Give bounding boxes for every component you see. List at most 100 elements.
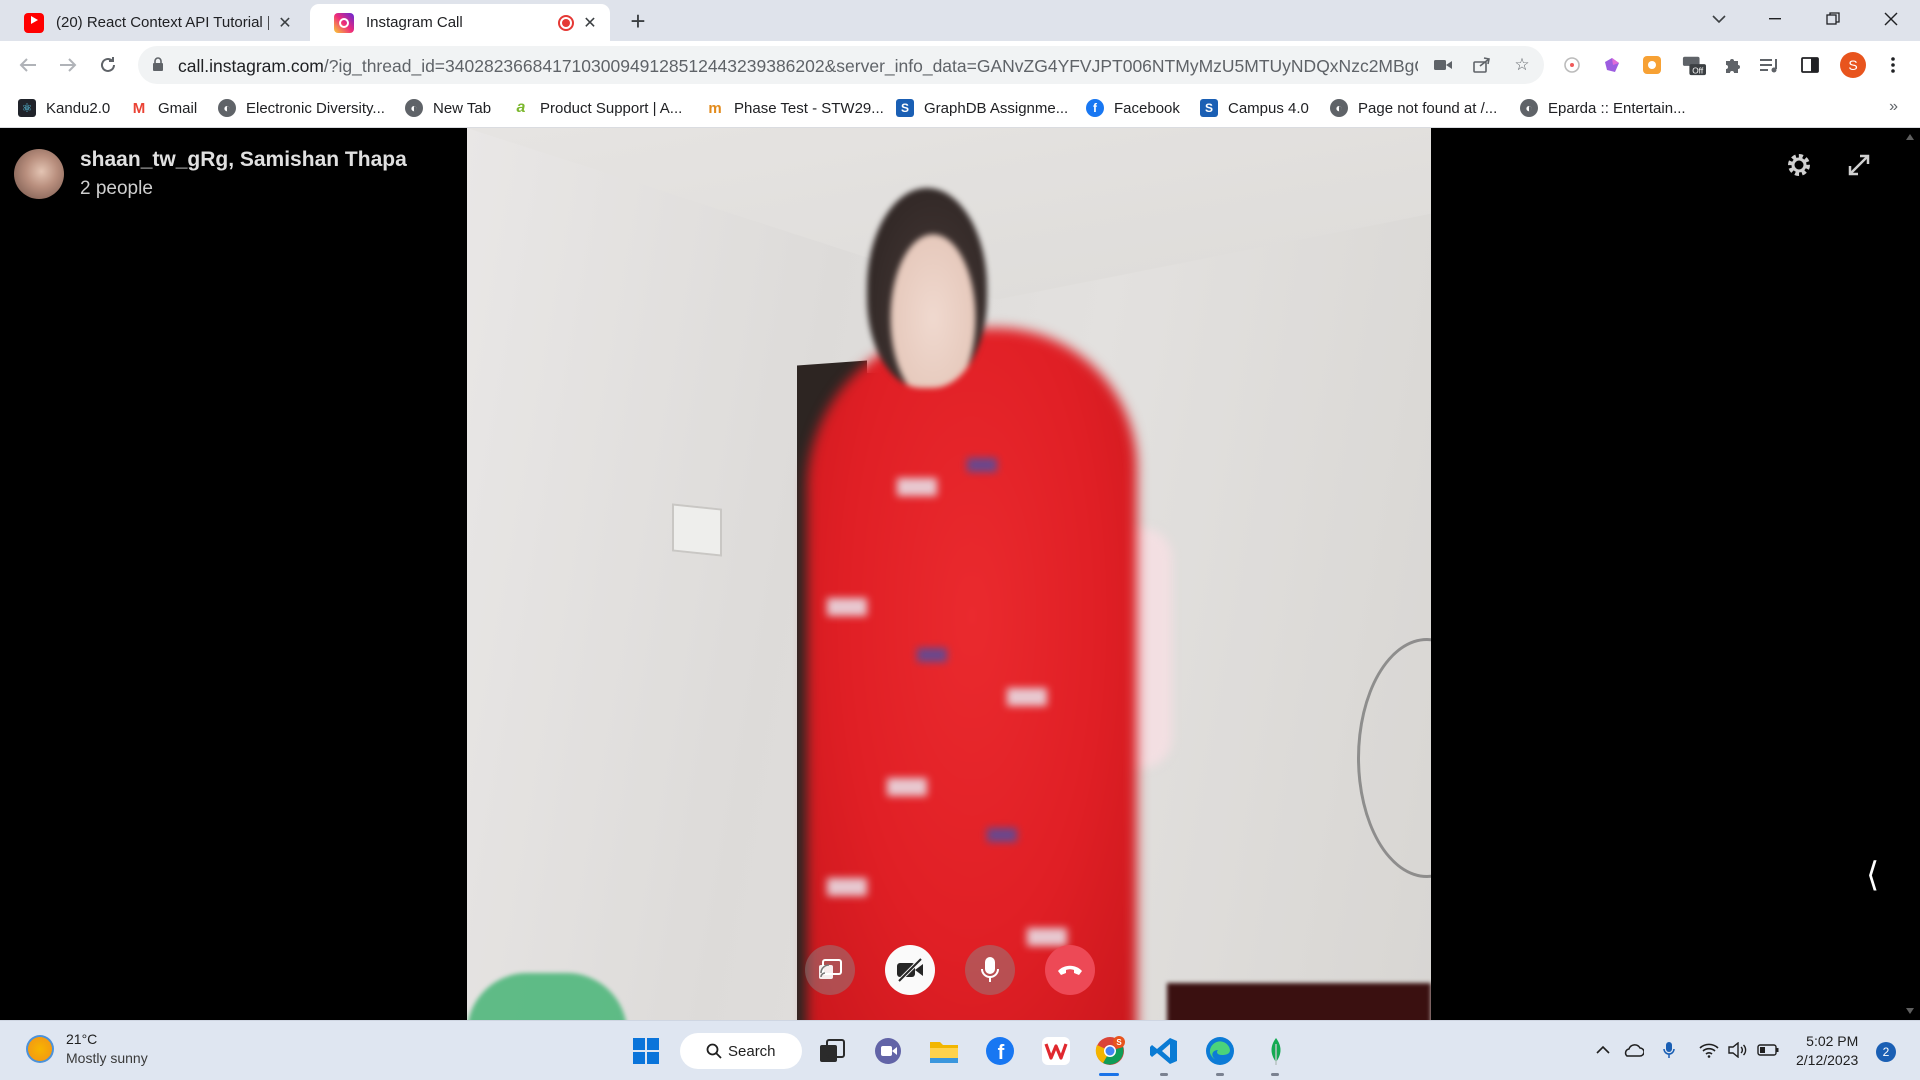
bookmark-page-not-found[interactable]: ◐ Page not found at /...: [1330, 97, 1497, 119]
task-view-icon[interactable]: [816, 1035, 848, 1067]
show-hidden-icons-chevron-icon[interactable]: [1592, 1039, 1614, 1061]
tab-instagram-call[interactable]: Instagram Call ✕: [310, 4, 610, 41]
bookmark-gmail[interactable]: M Gmail: [130, 97, 197, 119]
bookmark-phase-test[interactable]: m Phase Test - STW29...: [706, 97, 884, 119]
bookmark-graphdb[interactable]: S GraphDB Assignme...: [896, 97, 1068, 119]
video-pattern: [827, 598, 867, 616]
mongodb-compass-icon[interactable]: [1260, 1035, 1292, 1067]
call-controls: [805, 945, 1095, 995]
volume-icon[interactable]: [1727, 1039, 1749, 1061]
start-windows-icon[interactable]: [630, 1035, 662, 1067]
forward-button[interactable]: [54, 51, 82, 79]
bookmark-star-icon[interactable]: ☆: [1512, 55, 1532, 75]
extensions-puzzle-icon[interactable]: [1720, 53, 1744, 77]
bookmark-eparda[interactable]: ◐ Eparda :: Entertain...: [1520, 97, 1686, 119]
url-text[interactable]: call.instagram.com/?ig_thread_id=3402823…: [178, 56, 1418, 77]
video-person-body: [807, 328, 1137, 1020]
address-bar[interactable]: call.instagram.com/?ig_thread_id=3402823…: [138, 46, 1544, 84]
weather-condition: Mostly sunny: [66, 1050, 148, 1066]
s-logo-icon: S: [896, 99, 914, 117]
toggle-microphone-button[interactable]: [965, 945, 1015, 995]
share-icon[interactable]: [1472, 55, 1492, 75]
media-control-icon[interactable]: [1758, 53, 1782, 77]
facebook-app-icon[interactable]: f: [984, 1035, 1016, 1067]
bookmark-electronic-diversity[interactable]: ◐ Electronic Diversity...: [218, 97, 385, 119]
bookmark-label: Gmail: [158, 99, 198, 117]
tab-search-chevron-icon[interactable]: [1696, 0, 1742, 38]
chrome-icon[interactable]: S: [1094, 1035, 1126, 1067]
bookmark-new-tab[interactable]: ◐ New Tab: [405, 97, 491, 119]
settings-gear-icon[interactable]: [1782, 148, 1816, 182]
back-button[interactable]: [14, 51, 42, 79]
video-pattern: [827, 878, 867, 896]
wifi-icon[interactable]: [1698, 1039, 1720, 1061]
bookmark-label: Facebook: [1114, 99, 1180, 117]
page-scrollbar[interactable]: [1900, 128, 1920, 1020]
teams-chat-icon[interactable]: [872, 1035, 904, 1067]
profile-avatar[interactable]: S: [1840, 52, 1866, 78]
tab-react-tutorial[interactable]: (20) React Context API Tutorial | C ✕: [0, 4, 305, 41]
globe-icon: ◐: [218, 99, 236, 117]
battery-icon[interactable]: [1757, 1039, 1779, 1061]
extension-orange-icon[interactable]: [1640, 53, 1664, 77]
notification-badge[interactable]: 2: [1876, 1042, 1896, 1062]
menu-kebab-icon[interactable]: [1881, 53, 1905, 77]
windows-taskbar: 21°C Mostly sunny Search f S 5:02 PM 2/1…: [0, 1020, 1920, 1080]
hang-up-phone-icon: [1058, 965, 1082, 975]
end-call-button[interactable]: [1045, 945, 1095, 995]
side-panel-icon[interactable]: [1798, 53, 1822, 77]
mongodb-running-indicator: [1271, 1073, 1279, 1076]
wps-office-icon[interactable]: [1040, 1035, 1072, 1067]
video-pattern: [897, 478, 937, 496]
vscode-icon[interactable]: [1148, 1035, 1180, 1067]
extension-timer-icon[interactable]: [1560, 53, 1584, 77]
video-pattern: [1007, 688, 1047, 706]
vscode-running-indicator: [1160, 1073, 1168, 1076]
edge-icon[interactable]: [1204, 1035, 1236, 1067]
file-explorer-icon[interactable]: [928, 1035, 960, 1067]
camera-in-use-icon[interactable]: [1433, 55, 1453, 75]
edge-running-indicator: [1216, 1073, 1224, 1076]
url-path: /?ig_thread_id=3402823668417103009491285…: [323, 56, 1418, 76]
s-logo-icon: S: [1200, 99, 1218, 117]
bookmark-kandu[interactable]: ⚛ Kandu2.0: [18, 97, 110, 119]
bookmark-label: Page not found at /...: [1358, 99, 1498, 117]
search-label: Search: [728, 1042, 776, 1060]
participant-avatar: [14, 149, 64, 199]
panel-toggle-chevron-icon[interactable]: ⟨: [1866, 855, 1879, 895]
svg-text:S: S: [1116, 1038, 1122, 1047]
restore-button[interactable]: [1810, 0, 1856, 38]
new-tab-button[interactable]: +: [624, 8, 652, 36]
a-logo-icon: a: [512, 99, 530, 117]
gmail-icon: M: [130, 99, 148, 117]
bookmark-product-support[interactable]: a Product Support | A...: [512, 97, 682, 119]
close-window-button[interactable]: [1868, 0, 1914, 38]
bookmark-label: GraphDB Assignme...: [924, 99, 1069, 117]
taskbar-search-button[interactable]: Search: [680, 1033, 802, 1069]
search-icon: [706, 1043, 722, 1059]
participants-count: 2 people: [80, 178, 153, 199]
share-screen-button[interactable]: [805, 945, 855, 995]
facebook-icon: f: [1086, 99, 1104, 117]
extension-off-icon[interactable]: Off: [1682, 53, 1706, 77]
extension-gem-icon[interactable]: [1600, 53, 1624, 77]
lock-icon: [153, 57, 163, 71]
onedrive-cloud-icon[interactable]: [1622, 1039, 1644, 1061]
close-tab-icon[interactable]: ✕: [275, 13, 295, 33]
weather-widget[interactable]: 21°C Mostly sunny: [26, 1031, 148, 1066]
more-bookmarks-icon[interactable]: »: [1889, 98, 1898, 116]
minimize-button[interactable]: [1752, 0, 1798, 38]
close-tab-icon[interactable]: ✕: [580, 13, 600, 33]
system-clock[interactable]: 5:02 PM 2/12/2023: [1796, 1032, 1858, 1070]
bookmark-label: Campus 4.0: [1228, 99, 1309, 117]
bookmark-campus[interactable]: S Campus 4.0: [1200, 97, 1309, 119]
bookmark-facebook[interactable]: f Facebook: [1086, 97, 1180, 119]
reload-button[interactable]: [94, 51, 122, 79]
participants-names: shaan_tw_gRg, Samishan Thapa: [80, 148, 407, 171]
camera-off-icon: [897, 957, 923, 983]
svg-text:f: f: [998, 1042, 1005, 1064]
bookmark-label: New Tab: [433, 99, 492, 117]
fullscreen-expand-icon[interactable]: [1842, 148, 1876, 182]
toggle-video-button[interactable]: [885, 945, 935, 995]
microphone-in-use-icon[interactable]: [1658, 1039, 1680, 1061]
